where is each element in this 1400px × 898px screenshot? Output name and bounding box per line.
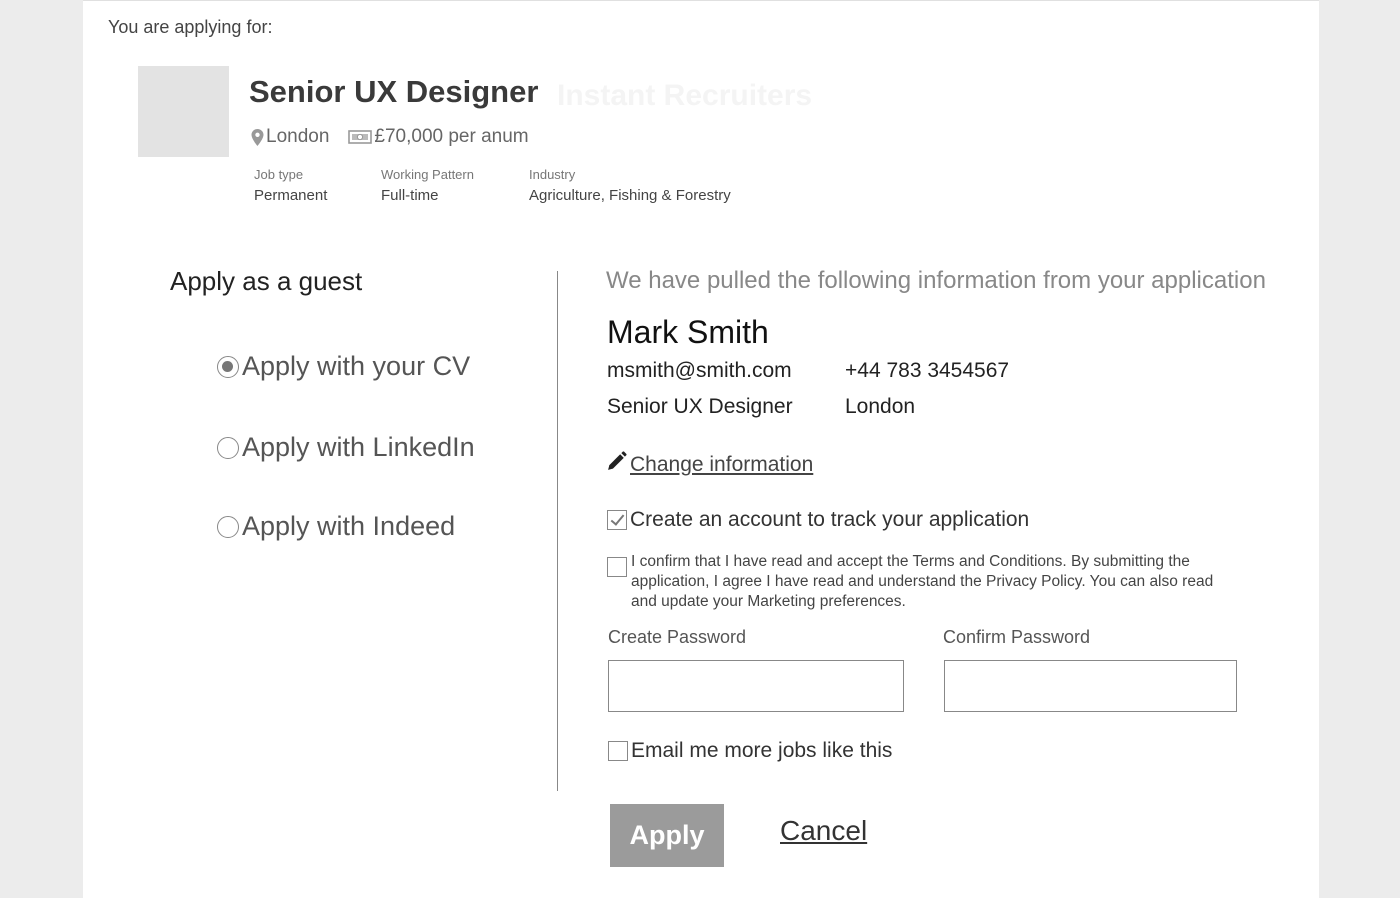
applicant-phone: +44 783 3454567 (845, 359, 1010, 382)
apply-cv-label: Apply with your CV (242, 351, 471, 381)
apply-with-linkedin-option[interactable]: Apply with LinkedIn (217, 432, 475, 463)
create-account-option[interactable]: Create an account to track your applicat… (607, 508, 1029, 532)
job-location: London (266, 126, 330, 147)
cancel-link[interactable]: Cancel (780, 815, 867, 847)
create-account-label: Create an account to track your applicat… (630, 508, 1030, 531)
email-jobs-option[interactable]: Email me more jobs like this (608, 739, 892, 763)
pulled-info-heading: We have pulled the following information… (606, 267, 1266, 294)
money-icon (348, 130, 373, 144)
apply-with-indeed-option[interactable]: Apply with Indeed (217, 511, 455, 542)
job-title: Senior UX Designer (249, 74, 539, 109)
apply-indeed-radio[interactable] (217, 515, 239, 538)
create-account-checkbox[interactable] (607, 510, 627, 530)
job-type-value: Permanent (254, 187, 328, 204)
apply-linkedin-radio[interactable] (217, 436, 239, 459)
applicant-email: msmith@smith.com (607, 359, 792, 382)
company-logo-placeholder (138, 66, 229, 157)
apply-linkedin-label: Apply with LinkedIn (242, 432, 475, 462)
job-salary: £70,000 per anum (374, 126, 529, 147)
apply-button[interactable]: Apply (610, 804, 724, 867)
applicant-location: London (845, 395, 916, 418)
confirm-password-input[interactable] (944, 660, 1237, 712)
company-name-faded: Instant Recruiters (557, 79, 813, 112)
applying-for-label: You are applying for: (108, 17, 273, 37)
industry-label: Industry (529, 167, 576, 182)
working-pattern-label: Working Pattern (381, 167, 474, 182)
map-pin-icon (251, 128, 264, 146)
job-type-label: Job type (254, 167, 304, 182)
application-page: You are applying for: Senior UX Designer… (83, 0, 1319, 898)
job-location-salary: London £70,000 per anum (251, 126, 529, 148)
confirm-password-label: Confirm Password (943, 627, 1091, 647)
apply-with-cv-option[interactable]: Apply with your CV (217, 351, 470, 382)
applicant-role: Senior UX Designer (607, 395, 793, 418)
create-password-input[interactable] (608, 660, 904, 712)
terms-checkbox[interactable] (607, 557, 627, 577)
email-jobs-label: Email me more jobs like this (631, 739, 893, 762)
industry-value: Agriculture, Fishing & Forestry (529, 187, 731, 204)
change-information-label: Change information (630, 452, 814, 476)
guest-section-title: Apply as a guest (170, 266, 363, 296)
apply-cv-radio[interactable] (217, 355, 239, 378)
change-information-link[interactable]: Change information (606, 451, 813, 478)
applicant-name: Mark Smith (607, 314, 769, 350)
terms-text: I confirm that I have read and accept th… (631, 553, 1214, 610)
apply-indeed-label: Apply with Indeed (242, 511, 456, 541)
pencil-icon (606, 451, 627, 478)
section-divider (557, 271, 558, 791)
create-password-label: Create Password (608, 627, 747, 647)
working-pattern-value: Full-time (381, 187, 439, 204)
email-jobs-checkbox[interactable] (608, 741, 628, 761)
